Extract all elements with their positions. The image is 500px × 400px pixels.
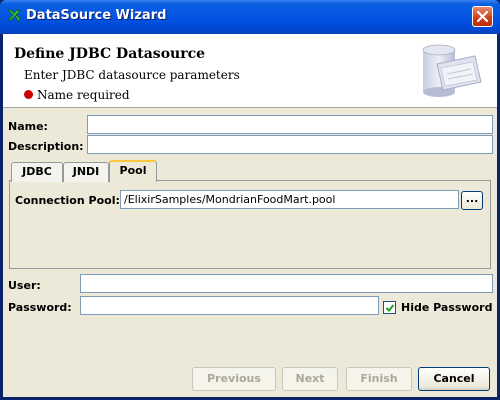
dialog-content: Define JDBC Datasource Enter JDBC dataso… [3, 34, 497, 397]
hide-password-checkbox[interactable] [383, 301, 396, 314]
validation-text: Name required [37, 88, 130, 102]
cancel-button[interactable]: Cancel [418, 367, 490, 391]
next-button[interactable]: Next [282, 367, 338, 391]
name-field[interactable] [87, 115, 493, 134]
page-title: Define JDBC Datasource [14, 46, 206, 62]
hide-password-label[interactable]: Hide Password [401, 301, 492, 314]
database-icon [415, 38, 485, 102]
title-bar[interactable]: DataSource Wizard [0, 0, 500, 34]
password-field[interactable] [80, 296, 379, 315]
user-field[interactable] [80, 274, 493, 293]
wizard-header: Define JDBC Datasource Enter JDBC dataso… [3, 34, 497, 108]
validation-message: Name required [24, 88, 130, 102]
window-title: DataSource Wizard [26, 8, 167, 23]
connection-pool-label: Connection Pool: [15, 194, 120, 207]
tab-jndi[interactable]: JNDI [63, 162, 109, 182]
close-button[interactable] [472, 6, 493, 27]
wizard-window: DataSource Wizard Define JDBC Datasource… [0, 0, 500, 400]
name-label: Name: [8, 120, 48, 133]
description-field[interactable] [87, 135, 493, 154]
finish-button[interactable]: Finish [346, 367, 412, 391]
app-icon [6, 8, 22, 24]
page-subtitle: Enter JDBC datasource parameters [24, 68, 240, 82]
previous-button[interactable]: Previous [192, 367, 276, 391]
error-icon [24, 90, 33, 99]
description-label: Description: [8, 140, 84, 153]
browse-button[interactable]: ... [461, 191, 483, 210]
user-label: User: [8, 279, 41, 292]
tab-jdbc[interactable]: JDBC [11, 162, 63, 182]
checkmark-icon [385, 304, 395, 312]
password-label: Password: [8, 301, 72, 314]
close-icon [477, 11, 488, 22]
connection-pool-field[interactable]: /ElixirSamples/MondrianFoodMart.pool [120, 190, 459, 209]
tab-pool[interactable]: Pool [109, 160, 157, 182]
